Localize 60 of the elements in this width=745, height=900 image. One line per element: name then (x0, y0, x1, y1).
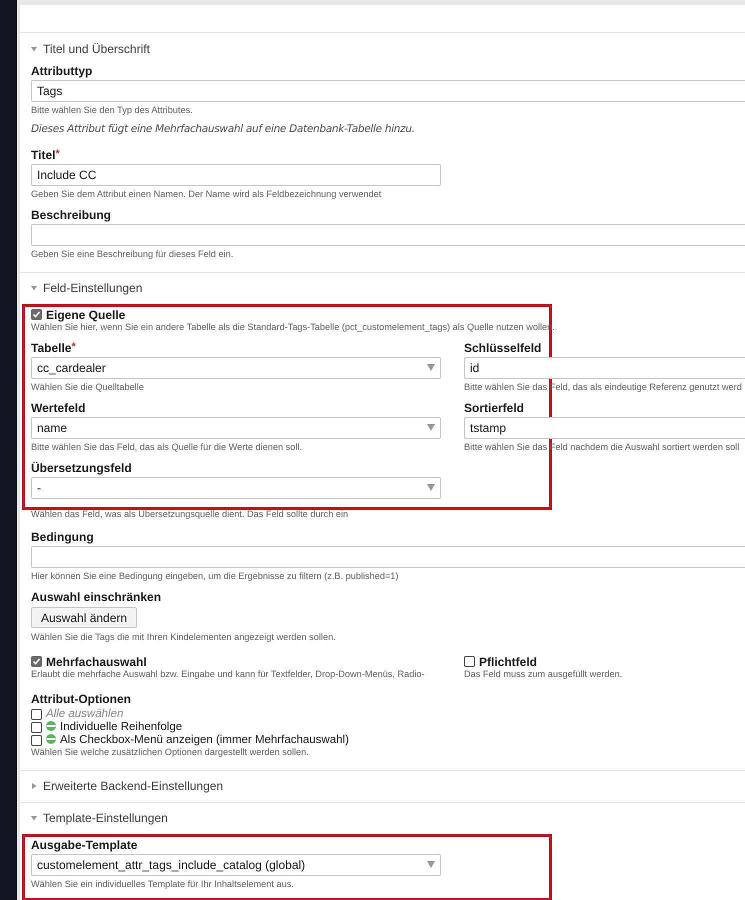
field-label: Sortierfeld (464, 400, 524, 415)
required-mark: * (55, 148, 60, 160)
field-label: Auswahl einschränken (31, 590, 162, 604)
required-mark: * (71, 340, 76, 353)
checkbox[interactable] (464, 656, 475, 668)
checkbox[interactable] (31, 656, 42, 668)
option-label: Als Checkbox-Menü anzeigen (immer Mehrfachauswahl) (60, 734, 349, 747)
field-label: Attribut-Optionen (31, 692, 131, 706)
caret-icon (427, 364, 435, 372)
change-selection-button[interactable]: Auswahl ändern (31, 607, 138, 628)
checkbox[interactable] (31, 309, 42, 320)
section-toggle[interactable]: Feld-Einstellungen (31, 272, 745, 304)
select-field[interactable]: - (31, 476, 441, 499)
option-label: Alle auswählen (46, 708, 124, 721)
help-text: Wählen Sie ein individuelles Template für Ihr Inhaltselement aus. (31, 878, 294, 890)
input-field[interactable]: Include CC (31, 164, 441, 186)
checkbox[interactable] (31, 708, 42, 720)
field-label: Übersetzungsfeld (31, 460, 132, 475)
select-field[interactable]: name (31, 416, 441, 439)
help-text: Bitte wählen Sie den Typ des Attributes. (31, 105, 193, 116)
input-field[interactable]: Tags (31, 80, 745, 102)
help-text: Bitte wählen Sie das Feld, das als Quelle für die Werte dienen soll. (31, 442, 302, 453)
pill-icon (46, 720, 56, 731)
caret-icon (427, 424, 435, 432)
checkbox-label: Pflichtfeld (479, 654, 538, 669)
field-label: Attributtyp (31, 64, 92, 78)
note-text: Dieses Attribut fügt eine Mehrfachauswahl auf eine Datenbank-Tabelle hinzu. (31, 122, 415, 137)
field-label: Bedingung (31, 530, 94, 544)
help-text: Erlaubt die mehrfache Auswahl bzw. Eingabe und kann für Textfelder, Drop-Down-Menüs, Radio- (31, 668, 425, 680)
input-field[interactable]: id (464, 356, 745, 379)
input-field[interactable] (31, 224, 745, 246)
help-text: Geben Sie dem Attribut einen Namen. Der Name wird als Feldbezeichnung verwendet (31, 188, 382, 200)
section-toggle[interactable]: Erweiterte Backend-Einstellungen (31, 770, 745, 802)
field-label: Titel (31, 148, 56, 162)
field-label: Schlüsselfeld (464, 340, 542, 355)
caret-icon (427, 861, 435, 868)
select-field[interactable]: customelement_attr_tags_include_catalog (global) (31, 854, 441, 876)
section-toggle[interactable]: Template-Einstellungen (31, 802, 745, 834)
field-label: Wertefeld (31, 400, 86, 415)
pill-icon (46, 734, 56, 744)
field-label: Ausgabe-Template (31, 838, 138, 852)
caret-icon (427, 484, 435, 492)
checkbox[interactable] (31, 722, 42, 733)
checkbox[interactable] (31, 734, 42, 746)
field-label: Beschreibung (31, 208, 112, 222)
select-field[interactable]: cc_cardealer (31, 356, 441, 379)
input-field[interactable] (31, 546, 745, 568)
field-label: Tabelle (31, 340, 72, 355)
option-label: Individuelle Reihenfolge (60, 720, 182, 734)
input-field[interactable]: tstamp (464, 416, 745, 439)
checkbox-label: Eigene Quelle (46, 308, 126, 322)
checkbox-label: Mehrfachauswahl (46, 654, 147, 669)
help-text: Geben Sie eine Beschreibung für dieses Feld ein. (31, 248, 234, 260)
help-text: Wählen Sie welche zusätzlichen Optionen dargestellt werden sollen. (31, 746, 309, 758)
help-text: Wählen das Feld, was als Übersetzungsquelle dient. Das Feld sollte durch ein (31, 508, 348, 520)
help-text: Hier können Sie eine Bedingung eingeben, um die Ergebnisse zu filtern (z.B. published=1) (31, 570, 398, 582)
help-text: Das Feld muss zum ausgefüllt werden. (464, 668, 622, 680)
help-text: Wählen Sie die Tags die mit Ihren Kindelementen angezeigt werden sollen. (31, 632, 336, 643)
help-text: Wählen Sie die Quelltabelle (31, 382, 144, 393)
section-toggle[interactable]: Titel und Überschrift (31, 33, 745, 64)
